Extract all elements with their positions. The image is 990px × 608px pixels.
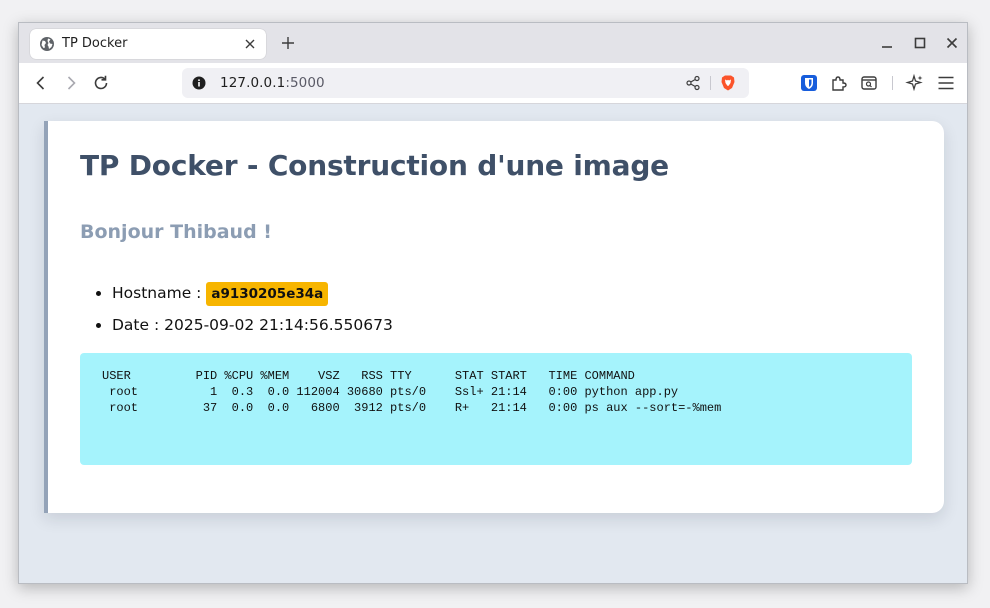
- browser-window: TP Docker 127.0.0.1:5000 TP Docker - Con…: [18, 22, 968, 584]
- forward-arrow-icon[interactable]: [61, 73, 81, 93]
- date-label: Date :: [112, 316, 165, 334]
- plus-icon[interactable]: [280, 35, 296, 51]
- ps-output-block: USER PID %CPU %MEM VSZ RSS TTY STAT STAR…: [80, 353, 912, 465]
- info-list: Hostname : a9130205e34a Date : 2025-09-0…: [80, 279, 393, 343]
- url-divider: [710, 76, 711, 90]
- hostname-badge: a9130205e34a: [206, 281, 329, 306]
- tab-title: TP Docker: [62, 36, 128, 51]
- puzzle-icon[interactable]: [829, 73, 849, 93]
- brave-lion-icon[interactable]: [719, 74, 737, 92]
- toolbar-divider: [892, 76, 893, 90]
- globe-icon: [40, 37, 54, 51]
- close-window-icon[interactable]: [944, 35, 960, 51]
- tab-tp-docker[interactable]: TP Docker: [30, 29, 266, 59]
- hamburger-menu-icon[interactable]: [936, 73, 956, 93]
- url-text[interactable]: 127.0.0.1:5000: [220, 75, 325, 91]
- close-icon[interactable]: [242, 36, 258, 52]
- info-icon[interactable]: [192, 76, 206, 90]
- sparkle-icon[interactable]: [905, 73, 925, 93]
- list-item-hostname: Hostname : a9130205e34a: [112, 279, 393, 311]
- tab-strip: TP Docker: [19, 23, 967, 63]
- sidebar-search-icon[interactable]: [859, 73, 879, 93]
- page-title: TP Docker - Construction d'une image: [80, 149, 669, 182]
- address-bar[interactable]: 127.0.0.1:5000: [182, 68, 749, 98]
- list-item-date: Date : 2025-09-02 21:14:56.550673: [112, 311, 393, 343]
- reload-icon[interactable]: [91, 73, 111, 93]
- date-value: 2025-09-02 21:14:56.550673: [164, 316, 393, 334]
- page-viewport: TP Docker - Construction d'une image Bon…: [19, 104, 967, 583]
- minimize-icon[interactable]: [879, 35, 895, 51]
- content-card: TP Docker - Construction d'une image Bon…: [44, 121, 944, 513]
- share-icon[interactable]: [685, 75, 701, 91]
- bitwarden-shield-icon[interactable]: [799, 73, 819, 93]
- back-arrow-icon[interactable]: [31, 73, 51, 93]
- url-port: :5000: [285, 75, 325, 91]
- hostname-label: Hostname :: [112, 284, 207, 302]
- url-host: 127.0.0.1: [220, 75, 286, 91]
- browser-toolbar: 127.0.0.1:5000: [19, 63, 967, 104]
- maximize-icon[interactable]: [912, 35, 928, 51]
- greeting-heading: Bonjour Thibaud !: [80, 221, 272, 243]
